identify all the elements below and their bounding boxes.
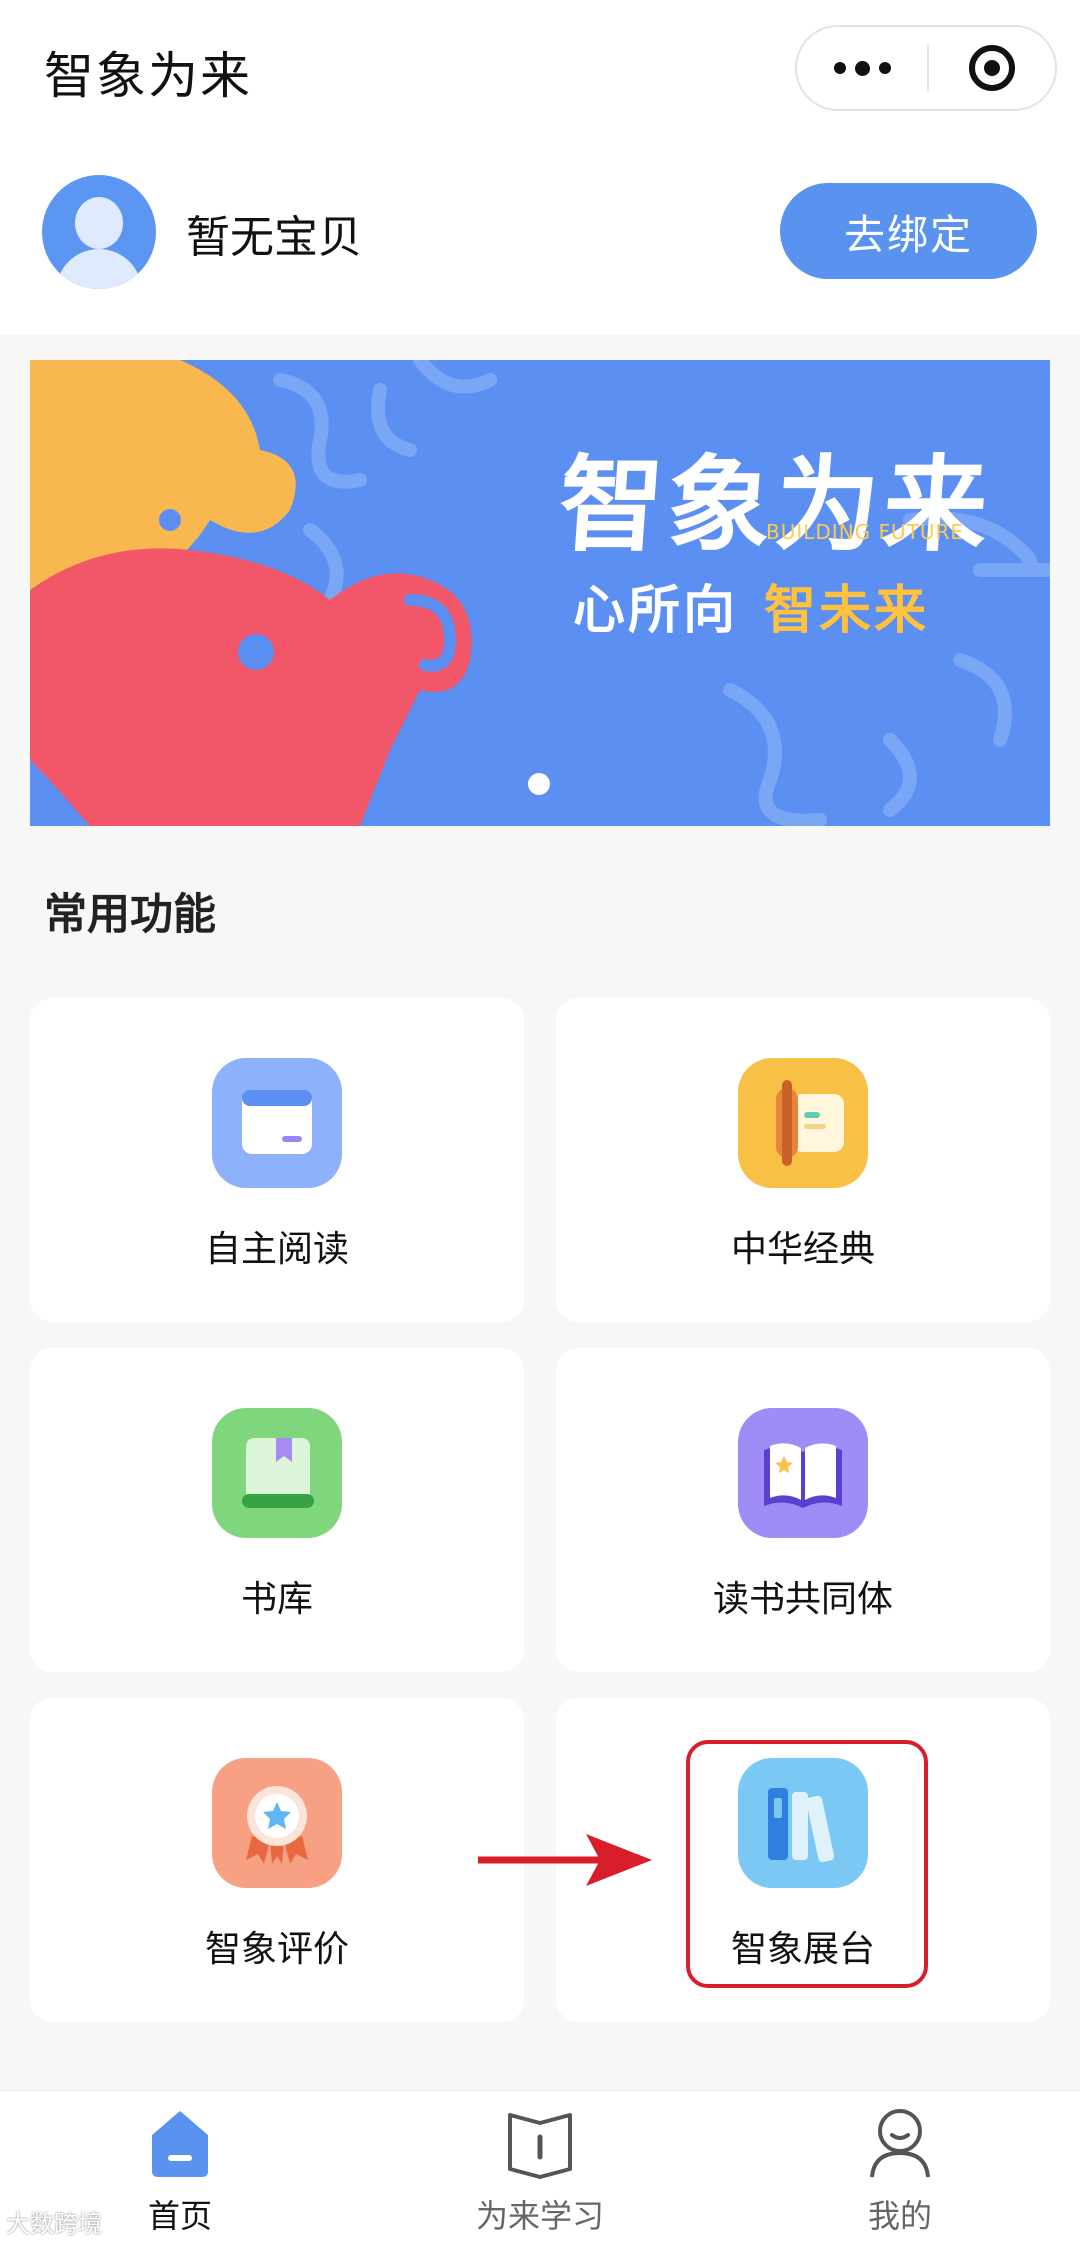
tab-mine[interactable]: 我的 xyxy=(800,2091,1000,2244)
banner-subtitle: BUILDING FUTURE xyxy=(766,520,965,544)
book-icon xyxy=(212,1408,342,1538)
feature-card-reading-community[interactable]: 读书共同体 xyxy=(556,1348,1050,1672)
target-icon[interactable] xyxy=(929,27,1055,109)
banner-slogan-main: 心所向 xyxy=(573,581,739,641)
feature-label: 智象评价 xyxy=(204,1929,349,1970)
tab-study[interactable]: 为来学习 xyxy=(440,2091,640,2244)
home-icon xyxy=(152,2111,208,2177)
feature-card-classics[interactable]: 中华经典 xyxy=(556,998,1050,1322)
section-title: 常用功能 xyxy=(44,890,216,940)
arrow-right-icon xyxy=(478,1834,652,1886)
avatar[interactable] xyxy=(42,175,156,289)
feature-card-evaluation[interactable]: 智象评价 xyxy=(30,1698,524,2022)
medal-icon xyxy=(212,1758,342,1888)
open-book-icon xyxy=(738,1408,868,1538)
tab-bar: 首页 为来学习 我的 xyxy=(0,2090,1080,2244)
miniprogram-capsule xyxy=(795,25,1057,111)
feature-card-self-reading[interactable]: 自主阅读 xyxy=(30,998,524,1322)
user-icon xyxy=(870,2109,930,2178)
book-outline-icon xyxy=(508,2113,572,2179)
tab-label: 我的 xyxy=(867,2197,932,2235)
scroll-icon xyxy=(738,1058,868,1188)
tab-label: 首页 xyxy=(147,2197,212,2235)
highlight-box xyxy=(686,1740,928,1988)
browser-window-icon xyxy=(212,1058,342,1188)
banner-slogan-accent: 智未来 xyxy=(764,581,930,641)
baby-row: 暂无宝贝 去绑定 xyxy=(0,135,1080,335)
feature-label: 中华经典 xyxy=(730,1229,875,1270)
feature-label: 读书共同体 xyxy=(712,1579,893,1620)
carousel-indicator[interactable] xyxy=(528,773,550,795)
app-title: 智象为来 xyxy=(44,47,252,105)
more-dots-icon[interactable] xyxy=(797,27,927,109)
header: 智象为来 xyxy=(0,0,1080,135)
feature-label: 自主阅读 xyxy=(204,1229,349,1270)
bind-button[interactable]: 去绑定 xyxy=(780,183,1037,279)
banner[interactable]: 智象为来 BUILDING FUTURE 心所向 智未来 xyxy=(30,360,1050,826)
watermark: 大数跨境 xyxy=(6,2210,102,2238)
page: 智象为来 暂无宝贝 去绑定 智象为来 BUILDING FUTURE 心所向 智… xyxy=(0,0,1080,2244)
banner-title: 智象为来 xyxy=(555,444,996,566)
feature-card-library[interactable]: 书库 xyxy=(30,1348,524,1672)
baby-name: 暂无宝贝 xyxy=(186,212,362,263)
tab-home[interactable]: 首页 xyxy=(80,2091,280,2244)
tab-label: 为来学习 xyxy=(475,2197,604,2235)
feature-label: 书库 xyxy=(240,1579,313,1620)
banner-slogan: 心所向 智未来 xyxy=(573,568,929,643)
